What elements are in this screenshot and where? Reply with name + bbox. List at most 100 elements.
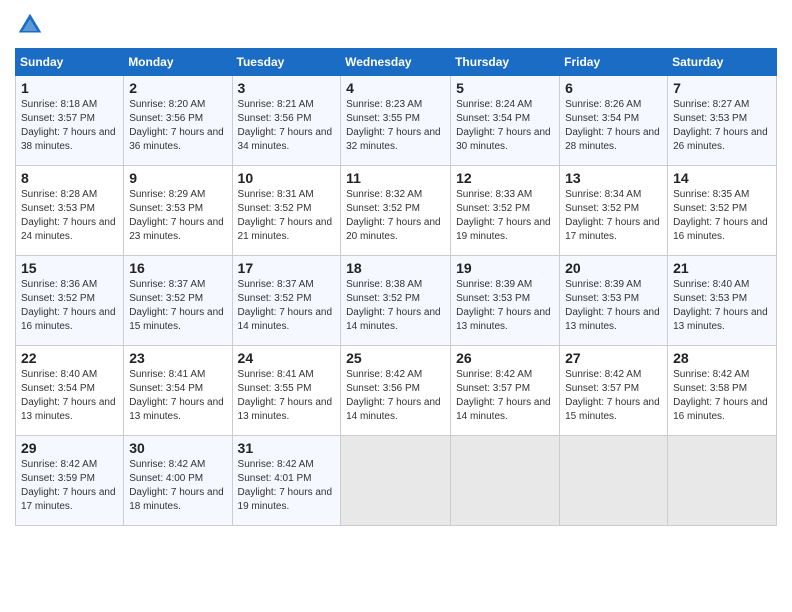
cell-content: Sunrise: 8:20 AMSunset: 3:56 PMDaylight:… — [129, 98, 226, 154]
weekday-thursday: Thursday — [451, 49, 560, 76]
weekday-tuesday: Tuesday — [232, 49, 341, 76]
day-number: 9 — [129, 170, 226, 186]
day-number: 14 — [673, 170, 771, 186]
calendar-cell: 25Sunrise: 8:42 AMSunset: 3:56 PMDayligh… — [341, 346, 451, 436]
day-number: 24 — [238, 350, 336, 366]
calendar-cell: 29Sunrise: 8:42 AMSunset: 3:59 PMDayligh… — [16, 436, 124, 526]
calendar-cell: 11 Sunrise: 8:32 AMSunset: 3:52 PMDayligh… — [341, 166, 451, 256]
calendar-cell: 2 Sunrise: 8:20 AMSunset: 3:56 PMDaylight… — [124, 76, 232, 166]
cell-content: Sunrise: 8:39 AMSunset: 3:53 PMDaylight:… — [456, 278, 554, 334]
cell-content: Sunrise: 8:29 AMSunset: 3:53 PMDaylight:… — [129, 188, 226, 244]
day-number: 2 — [129, 80, 226, 96]
calendar-cell — [341, 436, 451, 526]
week-row-5: 29Sunrise: 8:42 AMSunset: 3:59 PMDayligh… — [16, 436, 777, 526]
calendar-cell: 8Sunrise: 8:28 AMSunset: 3:53 PMDaylight… — [16, 166, 124, 256]
day-number: 22 — [21, 350, 118, 366]
cell-content: Sunrise: 8:37 AMSunset: 3:52 PMDaylight:… — [238, 278, 336, 334]
cell-content: Sunrise: 8:21 AMSunset: 3:56 PMDaylight:… — [238, 98, 336, 154]
cell-content: Sunrise: 8:31 AMSunset: 3:52 PMDaylight:… — [238, 188, 336, 244]
day-number: 12 — [456, 170, 554, 186]
calendar-cell: 23 Sunrise: 8:41 AMSunset: 3:54 PMDayligh… — [124, 346, 232, 436]
cell-content: Sunrise: 8:42 AMSunset: 3:57 PMDaylight:… — [456, 368, 554, 424]
calendar-cell: 6Sunrise: 8:26 AMSunset: 3:54 PMDaylight… — [560, 76, 668, 166]
calendar-cell: 9 Sunrise: 8:29 AMSunset: 3:53 PMDaylight… — [124, 166, 232, 256]
week-row-3: 15 Sunrise: 8:36 AMSunset: 3:52 PMDayligh… — [16, 256, 777, 346]
cell-content: Sunrise: 8:32 AMSunset: 3:52 PMDaylight:… — [346, 188, 445, 244]
page: SundayMondayTuesdayWednesdayThursdayFrid… — [0, 0, 792, 612]
cell-content: Sunrise: 8:39 AMSunset: 3:53 PMDaylight:… — [565, 278, 662, 334]
weekday-monday: Monday — [124, 49, 232, 76]
calendar-cell: 3 Sunrise: 8:21 AMSunset: 3:56 PMDaylight… — [232, 76, 341, 166]
day-number: 17 — [238, 260, 336, 276]
cell-content: Sunrise: 8:35 AMSunset: 3:52 PMDaylight:… — [673, 188, 771, 244]
calendar-cell: 14 Sunrise: 8:35 AMSunset: 3:52 PMDayligh… — [668, 166, 777, 256]
cell-content: Sunrise: 8:27 AMSunset: 3:53 PMDaylight:… — [673, 98, 771, 154]
cell-content: Sunrise: 8:36 AMSunset: 3:52 PMDaylight:… — [21, 278, 118, 334]
calendar-cell: 19 Sunrise: 8:39 AMSunset: 3:53 PMDayligh… — [451, 256, 560, 346]
day-number: 23 — [129, 350, 226, 366]
day-number: 3 — [238, 80, 336, 96]
header — [15, 10, 777, 40]
cell-content: Sunrise: 8:42 AMSunset: 3:57 PMDaylight:… — [565, 368, 662, 424]
day-number: 15 — [21, 260, 118, 276]
day-number: 16 — [129, 260, 226, 276]
calendar-cell — [451, 436, 560, 526]
day-number: 20 — [565, 260, 662, 276]
cell-content: Sunrise: 8:23 AMSunset: 3:55 PMDaylight:… — [346, 98, 445, 154]
calendar-cell: 13 Sunrise: 8:34 AMSunset: 3:52 PMDayligh… — [560, 166, 668, 256]
day-number: 28 — [673, 350, 771, 366]
cell-content: Sunrise: 8:42 AMSunset: 4:01 PMDaylight:… — [238, 458, 336, 514]
cell-content: Sunrise: 8:37 AMSunset: 3:52 PMDaylight:… — [129, 278, 226, 334]
calendar-cell: 22 Sunrise: 8:40 AMSunset: 3:54 PMDayligh… — [16, 346, 124, 436]
calendar-cell: 24 Sunrise: 8:41 AMSunset: 3:55 PMDayligh… — [232, 346, 341, 436]
week-row-2: 8Sunrise: 8:28 AMSunset: 3:53 PMDaylight… — [16, 166, 777, 256]
cell-content: Sunrise: 8:34 AMSunset: 3:52 PMDaylight:… — [565, 188, 662, 244]
day-number: 6 — [565, 80, 662, 96]
day-number: 10 — [238, 170, 336, 186]
weekday-wednesday: Wednesday — [341, 49, 451, 76]
calendar-cell: 31 Sunrise: 8:42 AMSunset: 4:01 PMDayligh… — [232, 436, 341, 526]
calendar-cell: 10 Sunrise: 8:31 AMSunset: 3:52 PMDayligh… — [232, 166, 341, 256]
calendar-table: SundayMondayTuesdayWednesdayThursdayFrid… — [15, 48, 777, 526]
week-row-1: 1Sunrise: 8:18 AMSunset: 3:57 PMDaylight… — [16, 76, 777, 166]
day-number: 27 — [565, 350, 662, 366]
calendar-cell: 15 Sunrise: 8:36 AMSunset: 3:52 PMDayligh… — [16, 256, 124, 346]
weekday-sunday: Sunday — [16, 49, 124, 76]
cell-content: Sunrise: 8:40 AMSunset: 3:54 PMDaylight:… — [21, 368, 118, 424]
day-number: 11 — [346, 170, 445, 186]
calendar-cell — [668, 436, 777, 526]
cell-content: Sunrise: 8:42 AMSunset: 4:00 PMDaylight:… — [129, 458, 226, 514]
calendar-cell: 28 Sunrise: 8:42 AMSunset: 3:58 PMDayligh… — [668, 346, 777, 436]
calendar-cell: 18Sunrise: 8:38 AMSunset: 3:52 PMDayligh… — [341, 256, 451, 346]
calendar-cell: 5Sunrise: 8:24 AMSunset: 3:54 PMDaylight… — [451, 76, 560, 166]
cell-content: Sunrise: 8:40 AMSunset: 3:53 PMDaylight:… — [673, 278, 771, 334]
calendar-cell: 4 Sunrise: 8:23 AMSunset: 3:55 PMDaylight… — [341, 76, 451, 166]
calendar-cell: 26Sunrise: 8:42 AMSunset: 3:57 PMDayligh… — [451, 346, 560, 436]
day-number: 30 — [129, 440, 226, 456]
calendar-cell: 16 Sunrise: 8:37 AMSunset: 3:52 PMDayligh… — [124, 256, 232, 346]
calendar-cell: 12 Sunrise: 8:33 AMSunset: 3:52 PMDayligh… — [451, 166, 560, 256]
day-number: 31 — [238, 440, 336, 456]
cell-content: Sunrise: 8:24 AMSunset: 3:54 PMDaylight:… — [456, 98, 554, 154]
cell-content: Sunrise: 8:41 AMSunset: 3:55 PMDaylight:… — [238, 368, 336, 424]
logo-icon — [15, 10, 45, 40]
calendar-cell — [560, 436, 668, 526]
cell-content: Sunrise: 8:42 AMSunset: 3:58 PMDaylight:… — [673, 368, 771, 424]
calendar-cell: 20 Sunrise: 8:39 AMSunset: 3:53 PMDayligh… — [560, 256, 668, 346]
cell-content: Sunrise: 8:41 AMSunset: 3:54 PMDaylight:… — [129, 368, 226, 424]
cell-content: Sunrise: 8:42 AMSunset: 3:56 PMDaylight:… — [346, 368, 445, 424]
cell-content: Sunrise: 8:33 AMSunset: 3:52 PMDaylight:… — [456, 188, 554, 244]
weekday-saturday: Saturday — [668, 49, 777, 76]
week-row-4: 22 Sunrise: 8:40 AMSunset: 3:54 PMDayligh… — [16, 346, 777, 436]
day-number: 13 — [565, 170, 662, 186]
logo — [15, 10, 49, 40]
calendar-cell: 30 Sunrise: 8:42 AMSunset: 4:00 PMDayligh… — [124, 436, 232, 526]
day-number: 29 — [21, 440, 118, 456]
weekday-friday: Friday — [560, 49, 668, 76]
day-number: 7 — [673, 80, 771, 96]
day-number: 21 — [673, 260, 771, 276]
day-number: 19 — [456, 260, 554, 276]
calendar-cell: 27 Sunrise: 8:42 AMSunset: 3:57 PMDayligh… — [560, 346, 668, 436]
calendar-cell: 1Sunrise: 8:18 AMSunset: 3:57 PMDaylight… — [16, 76, 124, 166]
day-number: 4 — [346, 80, 445, 96]
